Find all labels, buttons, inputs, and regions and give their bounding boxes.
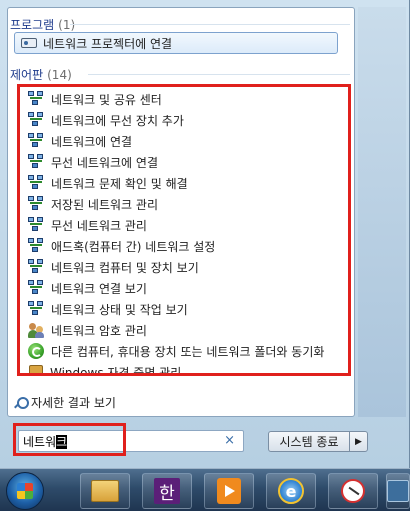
taskbar-hangul-button[interactable]: 한	[142, 473, 192, 509]
cp-item-sync[interactable]: 다른 컴퓨터, 휴대용 장치 또는 네트워크 폴더와 동기화	[28, 341, 344, 361]
list-item-label: 네트워크에 무선 장치 추가	[51, 113, 184, 128]
cp-item-troubleshoot[interactable]: 네트워크 문제 확인 및 해결	[28, 173, 344, 193]
list-item-label: 무선 네트워크에 연결	[51, 155, 158, 170]
list-item-label: 네트워크 문제 확인 및 해결	[51, 176, 188, 191]
network-icon	[28, 217, 44, 233]
control-panel-header-label: 제어판	[10, 68, 44, 82]
list-item-label: Windows 자격 증명 관리	[50, 365, 182, 376]
list-item-label: 네트워크 컴퓨터 및 장치 보기	[51, 260, 199, 275]
cp-item-network-sharing-center[interactable]: 네트워크 및 공유 센터	[28, 89, 344, 109]
taskbar-snipping-tool-button[interactable]	[328, 473, 378, 509]
taskbar-internet-explorer-button[interactable]: e	[266, 473, 316, 509]
start-button[interactable]	[6, 472, 44, 510]
network-icon	[28, 196, 44, 212]
cp-item-adhoc-setup[interactable]: 애드혹(컴퓨터 간) 네트워크 설정	[28, 236, 344, 256]
network-icon	[28, 154, 44, 170]
network-icon	[28, 133, 44, 149]
see-more-label: 자세한 결과 보기	[31, 396, 116, 410]
users-icon	[28, 322, 44, 338]
list-item-label: 네트워크에 연결	[51, 134, 133, 149]
list-item-label: 네트워크 연결 보기	[51, 281, 147, 296]
cp-item-view-status-tasks[interactable]: 네트워크 상태 및 작업 보기	[28, 299, 344, 319]
internet-explorer-icon: e	[278, 478, 304, 504]
cp-item-connect-to-network[interactable]: 네트워크에 연결	[28, 131, 344, 151]
cp-item-view-connections[interactable]: 네트워크 연결 보기	[28, 278, 344, 298]
network-icon	[28, 175, 44, 191]
programs-divider	[70, 24, 350, 25]
program-item-network-projector[interactable]: 네트워크 프로젝터에 연결	[14, 32, 338, 54]
cp-item-connect-wireless[interactable]: 무선 네트워크에 연결	[28, 152, 344, 172]
network-icon	[28, 91, 44, 107]
network-icon	[28, 301, 44, 317]
list-item-label: 네트워크 상태 및 작업 보기	[51, 302, 188, 317]
taskbar-tray-button[interactable]	[386, 473, 410, 509]
list-item-label: 무선 네트워크 관리	[51, 218, 147, 233]
folder-icon	[91, 480, 119, 502]
taskbar-media-player-button[interactable]	[204, 473, 254, 509]
projector-icon	[21, 38, 37, 48]
shutdown-button-group: 시스템 종료 ▶	[268, 431, 368, 452]
network-icon	[28, 238, 44, 254]
cp-item-manage-saved-networks[interactable]: 저장된 네트워크 관리	[28, 194, 344, 214]
cp-item-add-wireless-device[interactable]: 네트워크에 무선 장치 추가	[28, 110, 344, 130]
list-item-label: 다른 컴퓨터, 휴대용 장치 또는 네트워크 폴더와 동기화	[51, 344, 325, 359]
sync-icon	[28, 343, 44, 359]
control-panel-header: 제어판 (14)	[10, 66, 72, 83]
list-item-label: 저장된 네트워크 관리	[51, 197, 158, 212]
cp-item-view-network-computers[interactable]: 네트워크 컴퓨터 및 장치 보기	[28, 257, 344, 277]
search-icon	[14, 396, 29, 409]
start-menu-right-pane	[358, 7, 406, 417]
tray-icon	[387, 480, 409, 502]
taskbar-explorer-button[interactable]	[80, 473, 130, 509]
list-item-label: 애드혹(컴퓨터 간) 네트워크 설정	[51, 239, 216, 254]
list-item-label: 네트워크 및 공유 센터	[51, 92, 162, 107]
taskbar: 한 e	[0, 468, 410, 511]
cp-item-credential-manager[interactable]: Windows 자격 증명 관리	[28, 362, 344, 376]
programs-header-label: 프로그램	[10, 18, 55, 32]
programs-header: 프로그램 (1)	[10, 16, 75, 33]
cp-item-manage-wireless[interactable]: 무선 네트워크 관리	[28, 215, 344, 235]
media-player-icon	[217, 478, 241, 504]
search-highlight-box	[13, 423, 126, 456]
see-more-results-link[interactable]: 자세한 결과 보기	[14, 394, 116, 411]
clear-search-icon[interactable]: ×	[224, 433, 235, 448]
control-panel-divider	[88, 74, 350, 75]
shutdown-options-arrow-icon[interactable]: ▶	[349, 432, 367, 451]
network-icon	[28, 280, 44, 296]
network-icon	[28, 259, 44, 275]
shutdown-button[interactable]: 시스템 종료	[269, 433, 349, 450]
credential-vault-icon	[29, 365, 43, 373]
control-panel-count: (14)	[47, 67, 72, 82]
cp-item-manage-passwords[interactable]: 네트워크 암호 관리	[28, 320, 344, 340]
snipping-tool-icon	[341, 479, 365, 503]
program-item-label: 네트워크 프로젝터에 연결	[43, 36, 173, 51]
control-panel-results-list: 네트워크 및 공유 센터 네트워크에 무선 장치 추가 네트워크에 연결 무선 …	[17, 84, 351, 376]
hangul-icon: 한	[154, 478, 180, 504]
list-item-label: 네트워크 암호 관리	[51, 323, 147, 338]
network-icon	[28, 112, 44, 128]
